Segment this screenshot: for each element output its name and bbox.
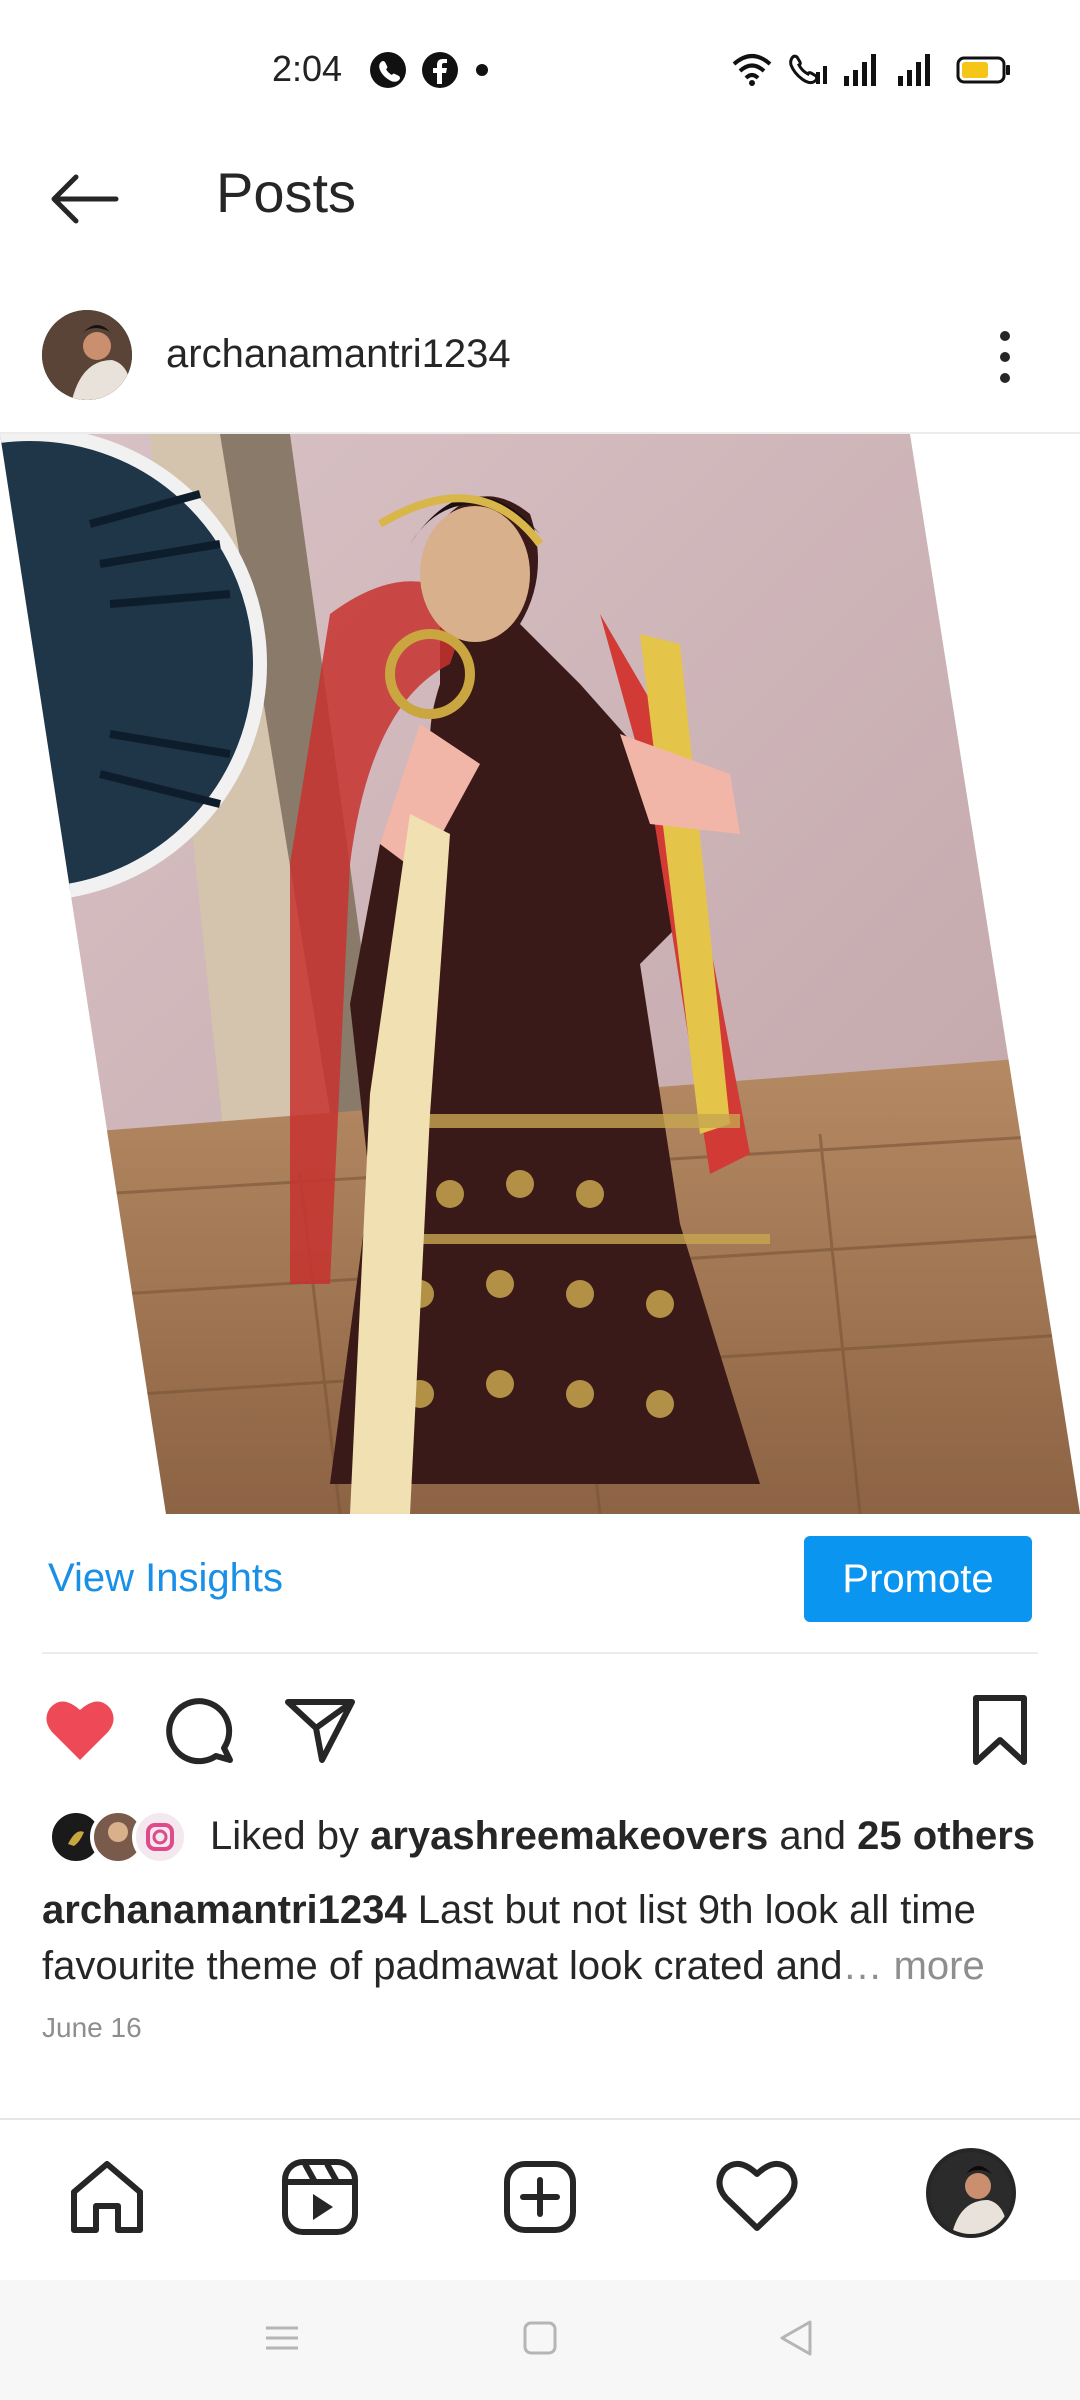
comment-button[interactable] [160,1690,240,1770]
notification-dot-icon [476,64,488,76]
nav-profile-avatar[interactable] [926,2148,1016,2238]
signal-icon [844,54,876,86]
nav-activity[interactable] [712,2152,802,2242]
nav-home[interactable] [62,2152,152,2242]
post-date: June 16 [42,2012,142,2043]
caption-ellipsis: … [842,1944,883,1988]
more-vertical-icon [1000,331,1010,383]
post-author-username[interactable]: archanamantri1234 [166,332,511,377]
wifi-icon [732,54,772,86]
caption-username[interactable]: archanamantri1234 [42,1888,407,1932]
caption-more-link[interactable]: more [882,1944,985,1988]
status-bar: 2:04 [0,0,1080,120]
post-options-button[interactable] [990,326,1020,388]
liked-by-text[interactable]: Liked by aryashreemakeovers and 25 other… [210,1814,1035,1859]
divider [42,1652,1038,1654]
comment-icon [166,1698,233,1765]
share-icon [285,1699,355,1763]
bookmark-icon [973,1695,1027,1765]
nav-create[interactable] [495,2152,585,2242]
back-triangle-icon[interactable] [776,2318,816,2358]
liked-by-user[interactable]: aryashreemakeovers [370,1814,768,1858]
post-caption: archanamantri1234 Last but not list 9th … [42,1882,1042,1994]
heart-filled-icon [46,1701,114,1760]
menu-icon[interactable] [262,2318,302,2358]
post-image[interactable] [0,434,1080,1514]
home-square-icon[interactable] [520,2318,560,2358]
liked-by-others[interactable]: 25 others [857,1814,1035,1858]
view-insights-link[interactable]: View Insights [48,1556,283,1601]
battery-icon [956,56,1010,84]
post-author-avatar[interactable] [42,310,132,400]
whatsapp-icon [370,52,406,88]
page-title: Posts [216,161,357,224]
nav-reels[interactable] [275,2152,365,2242]
liked-by-avatars[interactable] [48,1808,188,1866]
home-icon [71,2161,143,2233]
facebook-icon [422,52,458,88]
liked-by-prefix: Liked by [210,1814,371,1858]
create-icon [504,2161,576,2233]
share-button[interactable] [280,1690,360,1770]
promote-button[interactable]: Promote [804,1536,1032,1622]
back-arrow-icon [51,174,119,224]
liked-by-middle: and [768,1814,858,1858]
signal-icon [898,54,930,86]
wifi-calling-icon [789,54,827,85]
system-navigation-bar [0,2280,1080,2400]
activity-icon [716,2161,798,2231]
back-button[interactable] [46,164,126,234]
reels-icon [282,2159,358,2235]
save-button[interactable] [960,1690,1040,1770]
like-button[interactable] [40,1690,120,1770]
status-time: 2:04 [272,48,343,89]
